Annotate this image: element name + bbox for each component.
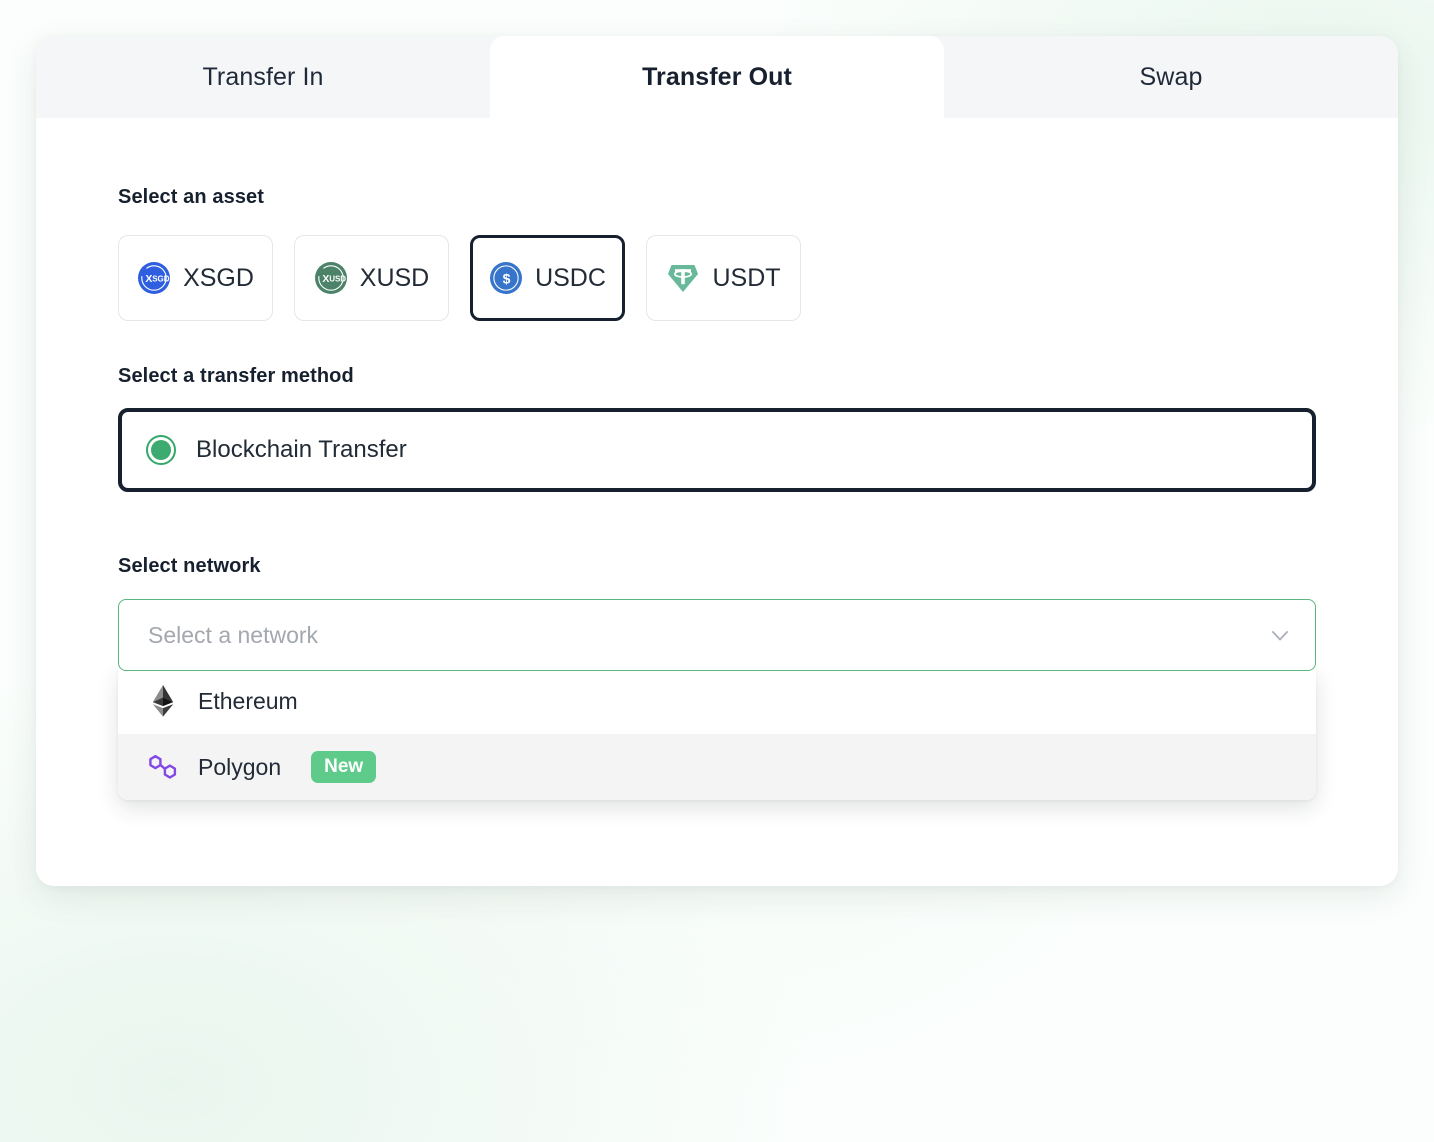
asset-options: X SGD XSGD X USD XUSD $ USDC USDT xyxy=(118,235,1316,321)
select-method-label: Select a transfer method xyxy=(118,365,354,387)
tab-bar: Transfer In Transfer Out Swap xyxy=(36,36,1398,118)
asset-option-label: XUSD xyxy=(359,263,430,292)
tab-transfer-in[interactable]: Transfer In xyxy=(36,36,490,118)
xusd-coin-icon: X USD xyxy=(314,261,348,295)
tab-swap[interactable]: Swap xyxy=(944,36,1398,118)
usdt-coin-icon xyxy=(666,261,700,295)
select-network-label: Select network xyxy=(118,555,261,577)
svg-text:SGD: SGD xyxy=(152,274,170,283)
method-option-label: Blockchain Transfer xyxy=(196,436,407,463)
select-asset-label: Select an asset xyxy=(118,186,265,208)
status-badge-new: New xyxy=(311,751,377,783)
radio-button-selected[interactable] xyxy=(146,435,176,465)
tab-label: Swap xyxy=(1139,62,1203,91)
method-option-blockchain-transfer[interactable]: Blockchain Transfer xyxy=(118,408,1316,492)
tab-label: Transfer In xyxy=(202,62,324,91)
asset-option-xsgd[interactable]: X SGD XSGD xyxy=(118,235,273,321)
network-option-polygon[interactable]: Polygon New xyxy=(118,734,1316,800)
radio-dot xyxy=(151,440,171,460)
asset-option-usdt[interactable]: USDT xyxy=(646,235,801,321)
network-option-ethereum[interactable]: Ethereum xyxy=(118,668,1316,734)
asset-option-xusd[interactable]: X USD XUSD xyxy=(294,235,449,321)
asset-option-label: USDT xyxy=(712,263,781,292)
network-option-label: Ethereum xyxy=(198,687,298,714)
tab-transfer-out[interactable]: Transfer Out xyxy=(490,36,944,118)
svg-text:USD: USD xyxy=(329,274,346,283)
polygon-icon xyxy=(146,750,180,784)
network-select-wrapper: Select a network Ethereum Polygon New xyxy=(118,599,1316,800)
network-select-placeholder: Select a network xyxy=(148,621,319,648)
asset-option-label: XSGD xyxy=(183,263,254,292)
tab-label: Transfer Out xyxy=(642,62,792,91)
transfer-out-panel: Select an asset X SGD XSGD X USD XUSD $ … xyxy=(36,118,1398,800)
chevron-down-icon[interactable] xyxy=(1267,622,1293,648)
transfer-card: Transfer In Transfer Out Swap Select an … xyxy=(36,36,1398,886)
network-dropdown-list: Ethereum Polygon New xyxy=(118,668,1316,800)
ethereum-icon xyxy=(146,684,180,718)
asset-option-label: USDC xyxy=(535,263,606,292)
svg-text:$: $ xyxy=(503,271,511,287)
asset-option-usdc[interactable]: $ USDC xyxy=(470,235,625,321)
xsgd-coin-icon: X SGD xyxy=(137,261,171,295)
usdc-coin-icon: $ xyxy=(489,261,523,295)
network-option-label: Polygon xyxy=(198,753,282,780)
network-select-input[interactable]: Select a network xyxy=(118,599,1316,671)
